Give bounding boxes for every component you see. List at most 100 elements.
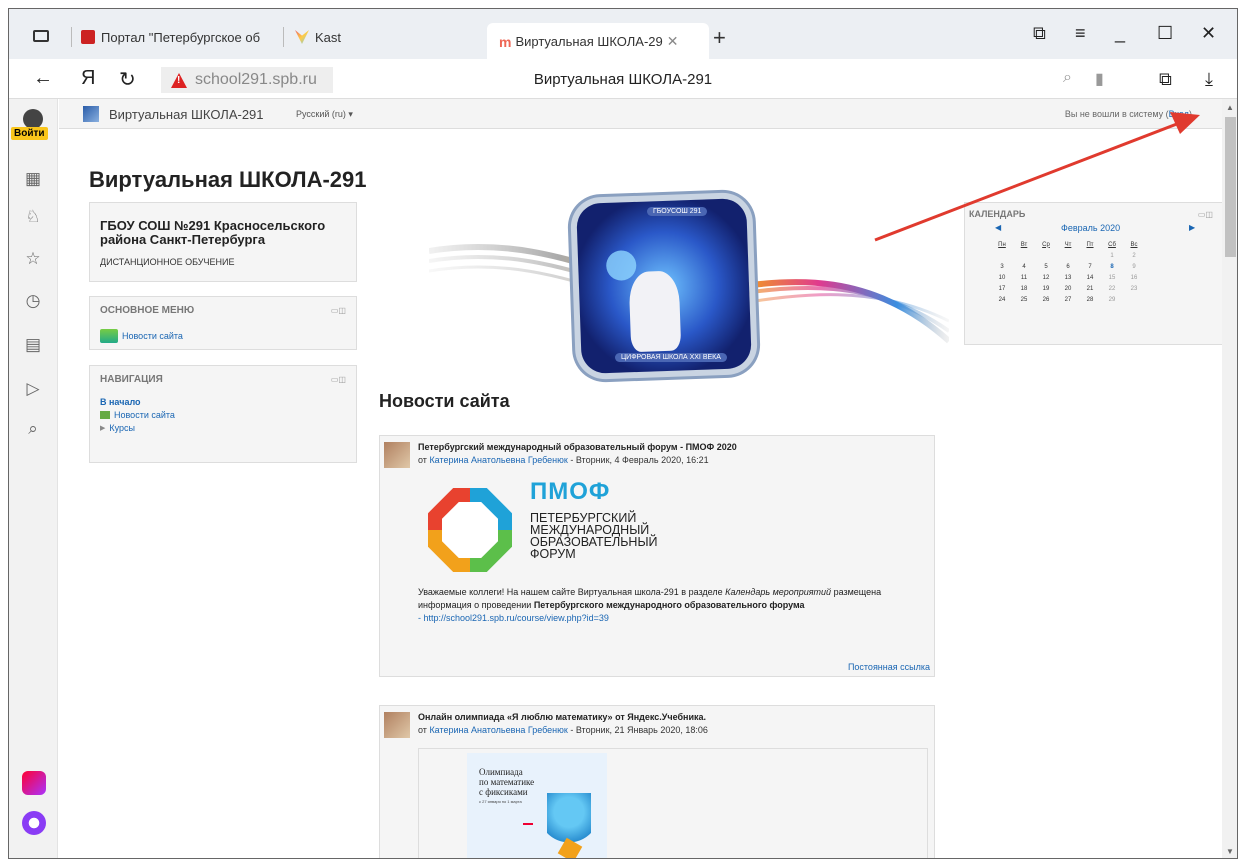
browser-sidebar: Войти ▦ ♘ ☆ ◷ ▤ ▷ ⌕: [9, 99, 58, 858]
author-avatar[interactable]: [384, 442, 410, 468]
weekday-label: Пт: [1086, 241, 1094, 248]
scrollbar-thumb[interactable]: [1225, 117, 1236, 257]
banner-caption-top: ГБОУСОШ 291: [647, 207, 708, 216]
tab-label: Виртуальная ШКОЛА-29: [515, 33, 663, 49]
back-icon[interactable]: ←: [33, 67, 53, 90]
login-status: Вы не вошли в систему (Вход): [1065, 109, 1192, 119]
block-controls-icon[interactable]: ▭◫: [331, 375, 346, 384]
permalink[interactable]: Постоянная ссылка: [848, 662, 930, 672]
minimize-icon[interactable]: _: [1115, 23, 1125, 44]
site-header: Виртуальная ШКОЛА-291 Русский (ru) ▾ Вы …: [59, 99, 1222, 129]
forum-icon: [100, 411, 110, 419]
nav-news-label: Новости сайта: [114, 410, 175, 420]
nav-courses-link[interactable]: ▶ Курсы: [100, 423, 135, 433]
tab-school-active[interactable]: m Виртуальная ШКОЛА-29 ✕: [487, 23, 709, 59]
calendar-day: 6: [1066, 263, 1070, 270]
warning-icon: !: [171, 72, 187, 88]
calendar-day: 25: [1020, 296, 1028, 303]
author-link[interactable]: Катерина Анатольевна Гребенюк: [429, 725, 567, 735]
bookmark-icon[interactable]: ▮: [1095, 69, 1104, 89]
calendar-day: [1079, 250, 1101, 261]
alice-icon[interactable]: [22, 811, 46, 835]
post-text-bold: Петербургского международного образовате…: [533, 600, 805, 610]
url-text: school291.spb.ru: [195, 71, 317, 88]
history-icon[interactable]: ◷: [23, 291, 43, 311]
login-link[interactable]: Вход: [1169, 109, 1189, 119]
maximize-icon[interactable]: ☐: [1157, 23, 1173, 44]
grid-icon[interactable]: ▦: [23, 169, 43, 189]
download-icon[interactable]: ⤓: [1205, 69, 1213, 90]
navigation-block: НАВИГАЦИЯ ▭◫ В начало Новости сайта ▶ Кур…: [89, 365, 357, 463]
weekday-label: Пн: [998, 241, 1006, 248]
weekday-label: Вс: [1130, 241, 1138, 248]
close-window-icon[interactable]: ✕: [1201, 23, 1216, 44]
olympiad-image: Олимпиада по математике с фиксиками с 27…: [467, 753, 607, 858]
school-emblem: [576, 198, 752, 374]
menu-item-label: Новости сайта: [122, 331, 183, 341]
calendar-day: [1123, 294, 1145, 305]
course-link[interactable]: - http://school291.spb.ru/course/view.ph…: [418, 613, 609, 623]
site-heading: Виртуальная ШКОЛА-291: [89, 167, 367, 192]
url-field[interactable]: ! school291.spb.ru: [161, 67, 333, 93]
language-select[interactable]: Русский (ru) ▾: [296, 109, 353, 120]
extensions-icon[interactable]: ⧉: [1159, 69, 1172, 90]
site-logo-icon[interactable]: [83, 106, 99, 122]
web-page: Виртуальная ШКОЛА-291 Русский (ru) ▾ Вы …: [59, 99, 1222, 858]
kast-favicon-icon: [295, 30, 309, 44]
calendar-day: 22: [1108, 285, 1116, 292]
calendar-day: 29: [1108, 296, 1116, 303]
profile-avatar[interactable]: [23, 109, 43, 129]
calendar-day: 19: [1042, 285, 1050, 292]
calendar-day: 9: [1132, 263, 1136, 270]
new-tab-icon[interactable]: +: [713, 25, 726, 51]
search-icon[interactable]: ⌕: [1063, 69, 1072, 87]
calendar-grid: Пн Вт Ср Чт Пт Сб Вс 1 2 3 4 5 6 7 8 9 1…: [991, 239, 1145, 305]
calendar-day: 24: [998, 296, 1006, 303]
notes-icon[interactable]: ▤: [23, 335, 43, 355]
sidebar-toggle-icon[interactable]: [33, 30, 49, 42]
nav-courses-label: Курсы: [109, 423, 136, 433]
weekday-label: Ср: [1042, 241, 1050, 248]
post-byline: от Катерина Анатольевна Гребенюк - Вторн…: [418, 455, 709, 465]
author-link[interactable]: Катерина Анатольевна Гребенюк: [429, 455, 567, 465]
pmof-emblem-icon: [428, 488, 512, 572]
calendar-day: [1035, 250, 1057, 261]
globe-graphic: [605, 249, 637, 281]
close-tab-icon[interactable]: ✕: [667, 33, 679, 50]
calendar-day-event[interactable]: 8: [1101, 261, 1123, 272]
yandex-icon[interactable]: Я: [81, 67, 95, 90]
next-month-icon[interactable]: ▶: [1189, 223, 1195, 232]
post-text-italic: Календарь мероприятий: [725, 587, 832, 597]
scroll-down-icon[interactable]: ▼: [1226, 847, 1234, 856]
school-banner-image: ГБОУСОШ 291 ЦИФРОВАЯ ШКОЛА XXI ВЕКА: [429, 191, 949, 381]
messenger-app-icon[interactable]: [22, 771, 46, 795]
nav-news-link[interactable]: Новости сайта: [100, 410, 175, 420]
sidebar-login-button[interactable]: Войти: [11, 127, 48, 140]
page-scrollbar[interactable]: ▲ ▼: [1222, 99, 1237, 858]
post-title: Петербургский международный образователь…: [418, 442, 737, 452]
nav-home-link[interactable]: В начало: [100, 397, 141, 407]
lens-icon[interactable]: ⌕: [23, 419, 43, 439]
calendar-day: 3: [1000, 263, 1004, 270]
calendar-month[interactable]: Февраль 2020: [1061, 223, 1120, 233]
tab-kast[interactable]: Kast: [295, 23, 365, 51]
main-menu-item-news[interactable]: Новости сайта: [100, 329, 183, 343]
tab-portal[interactable]: Портал "Петербургское об: [81, 23, 271, 51]
calendar-day: 20: [1064, 285, 1072, 292]
tab-bar: Портал "Петербургское об Kast m Виртуаль…: [9, 9, 1237, 59]
block-controls-icon[interactable]: ▭◫: [1198, 210, 1213, 219]
reload-icon[interactable]: ↻: [119, 67, 136, 92]
calendar-day: 12: [1042, 274, 1050, 281]
scroll-up-icon[interactable]: ▲: [1226, 103, 1234, 112]
portal-favicon-icon: [81, 30, 95, 44]
prev-month-icon[interactable]: ◀: [995, 223, 1001, 232]
pmof-logo-text: ПЕТЕРБУРГСКИЙ МЕЖДУНАРОДНЫЙ ОБРАЗОВАТЕЛЬ…: [530, 511, 658, 561]
bell-icon[interactable]: ♘: [23, 207, 43, 227]
play-icon[interactable]: ▷: [23, 379, 43, 399]
author-avatar[interactable]: [384, 712, 410, 738]
site-name-link[interactable]: Виртуальная ШКОЛА-291: [109, 107, 264, 122]
star-icon[interactable]: ☆: [23, 249, 43, 269]
collections-icon[interactable]: ⧉: [1033, 23, 1046, 44]
block-controls-icon[interactable]: ▭◫: [331, 306, 346, 315]
menu-icon[interactable]: ≡: [1075, 23, 1086, 44]
